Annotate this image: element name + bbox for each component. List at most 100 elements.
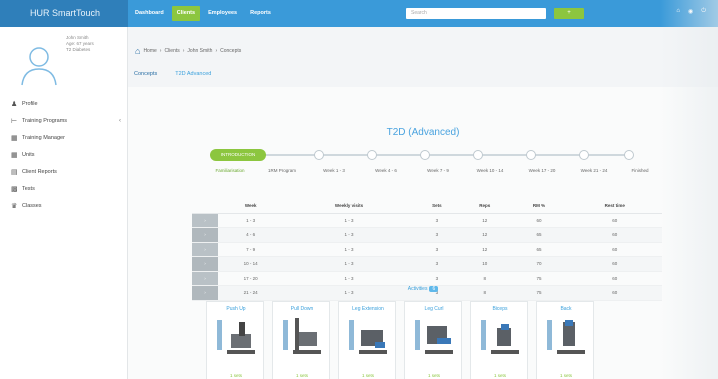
- activity-cards: Push Up 1 sets Pull Down 1 sets Leg Exte…: [206, 301, 594, 379]
- activity-sets: 1 sets: [427, 373, 440, 378]
- table-cell: 1 - 3: [283, 227, 415, 243]
- sidebar-item-label: Training Programs: [22, 118, 68, 124]
- table-header-blank: [192, 199, 218, 214]
- sidebar-item-client-reports[interactable]: ▤ Client Reports: [0, 164, 128, 181]
- breadcrumb-current: Concepts: [220, 48, 242, 54]
- nav-employees[interactable]: Employees: [203, 6, 242, 21]
- table-cell: 4 - 6: [218, 227, 284, 243]
- sidebar-item-units[interactable]: ▦ Units: [0, 147, 128, 164]
- activity-title: Back: [560, 306, 572, 312]
- stepper-dot[interactable]: [624, 150, 634, 160]
- nav-reports[interactable]: Reports: [245, 6, 276, 21]
- sidebar-item-classes[interactable]: ♛ Classes: [0, 198, 128, 215]
- step-label: Familiarisation: [215, 168, 245, 173]
- table-cell: 60: [567, 271, 662, 286]
- activity-card[interactable]: Push Up 1 sets: [206, 301, 264, 379]
- breadcrumb-separator: ›: [159, 48, 162, 54]
- step-label: Week 1 - 3: [323, 168, 345, 173]
- sidebar: John Smith Age: 67 years T2 Diabetes ♟ Pr…: [0, 27, 128, 379]
- sidebar-item-tests[interactable]: ▩ Tests: [0, 181, 128, 198]
- step-label: Week 17 - 20: [528, 168, 556, 173]
- table-header: Reps: [459, 199, 511, 214]
- stepper-labels: Familiarisation 1RM Program Week 1 - 3 W…: [208, 168, 648, 176]
- calendar-icon: ▦: [11, 135, 18, 142]
- row-expand-button[interactable]: ›: [192, 227, 218, 243]
- table-cell: 12: [459, 242, 511, 257]
- machine-icon: [217, 320, 255, 354]
- activity-card[interactable]: Pull Down 1 sets: [272, 301, 330, 379]
- nav-clients[interactable]: Clients: [171, 6, 201, 21]
- activity-title: Leg Curl: [424, 306, 444, 312]
- edge-fade: [660, 0, 718, 379]
- activities-heading: Activities 6: [128, 286, 718, 292]
- stepper-dot[interactable]: [367, 150, 377, 160]
- search-input[interactable]: Search: [406, 8, 546, 19]
- breadcrumb-item[interactable]: John Smith: [187, 48, 212, 54]
- progress-stepper: INTRODUCTION: [210, 149, 638, 161]
- sidebar-item-profile[interactable]: ♟ Profile: [0, 96, 128, 113]
- table-cell: 3: [414, 227, 460, 243]
- profile-condition: T2 Diabetes: [66, 47, 91, 52]
- table-cell: 3: [414, 271, 460, 286]
- stepper-dot[interactable]: [579, 150, 589, 160]
- table-cell: 10: [459, 256, 511, 272]
- report-icon: ▤: [11, 169, 18, 176]
- table-cell: 3: [414, 213, 460, 228]
- table-header: Weekly visits: [283, 199, 415, 214]
- sidebar-menu: ♟ Profile ⊢ Training Programs ‹ ▦ Training M…: [0, 96, 128, 215]
- app-window: HUR SmartTouch Dashboard Clients Employe…: [0, 0, 718, 379]
- sidebar-item-training-programs[interactable]: ⊢ Training Programs ‹: [0, 113, 128, 130]
- step-label: Week 4 - 6: [375, 168, 397, 173]
- machine-icon: [547, 320, 585, 354]
- step-label: 1RM Program: [267, 168, 296, 173]
- row-expand-button[interactable]: ›: [192, 256, 218, 272]
- table-cell: 10 - 14: [218, 256, 284, 272]
- nav-dashboard[interactable]: Dashboard: [130, 6, 169, 21]
- grid-icon: ▦: [11, 152, 18, 159]
- stepper-dot[interactable]: [314, 150, 324, 160]
- activity-card[interactable]: Leg Extension 1 sets: [338, 301, 396, 379]
- table-row: › 7 - 9 1 - 3 3 12 65 60: [192, 242, 662, 257]
- table-cell: 70: [510, 256, 568, 272]
- row-expand-button[interactable]: ›: [192, 242, 218, 257]
- stepper-dot[interactable]: [526, 150, 536, 160]
- breadcrumb-item[interactable]: Home: [143, 48, 156, 54]
- table-cell: 60: [567, 242, 662, 257]
- row-expand-button[interactable]: ›: [192, 213, 218, 228]
- group-icon: ♛: [11, 203, 18, 210]
- table-cell: 65: [510, 242, 568, 257]
- table-cell: 1 - 3: [283, 213, 415, 228]
- stepper-dot[interactable]: [473, 150, 483, 160]
- main-nav: Dashboard Clients Employees Reports: [130, 6, 276, 21]
- table-row: › 4 - 6 1 - 3 3 12 65 60: [192, 227, 662, 243]
- table-header: Week: [218, 199, 284, 214]
- activity-sets: 1 sets: [295, 373, 308, 378]
- brand-logo[interactable]: HUR SmartTouch: [0, 0, 128, 27]
- machine-icon: [349, 320, 387, 354]
- activity-sets: 1 sets: [493, 373, 506, 378]
- dumbbell-icon: ⊢: [11, 118, 18, 125]
- stepper-start-pill[interactable]: INTRODUCTION: [210, 149, 266, 161]
- tab-program[interactable]: T2D Advanced: [175, 71, 211, 77]
- home-icon[interactable]: ⌂: [135, 46, 140, 56]
- avatar: [21, 47, 57, 86]
- activities-count-badge: 6: [429, 286, 439, 292]
- sidebar-item-training-manager[interactable]: ▦ Training Manager: [0, 130, 128, 147]
- program-title: T2D (Advanced): [386, 127, 460, 138]
- table-cell: 12: [459, 227, 511, 243]
- machine-icon: [283, 318, 321, 354]
- breadcrumb-separator: ›: [182, 48, 185, 54]
- add-button[interactable]: +: [554, 8, 584, 19]
- table-cell: 60: [567, 213, 662, 228]
- tab-concepts[interactable]: Concepts: [134, 71, 157, 77]
- main-content: ⌂ Home › Clients › John Smith › Concepts Co…: [128, 27, 718, 379]
- breadcrumb-item[interactable]: Clients: [164, 48, 179, 54]
- activity-card[interactable]: Leg Curl 1 sets: [404, 301, 462, 379]
- activity-sets: 1 sets: [559, 373, 572, 378]
- stepper-dot[interactable]: [420, 150, 430, 160]
- row-expand-button[interactable]: ›: [192, 271, 218, 286]
- activity-card[interactable]: Back 1 sets: [536, 301, 594, 379]
- activity-card[interactable]: Biceps 1 sets: [470, 301, 528, 379]
- table-cell: 60: [567, 227, 662, 243]
- table-row: › 17 - 20 1 - 3 3 8 75 60: [192, 271, 662, 286]
